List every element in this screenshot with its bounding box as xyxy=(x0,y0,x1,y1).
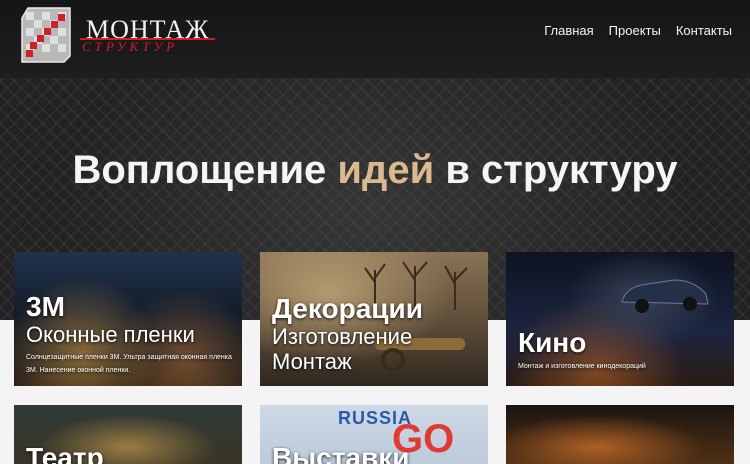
hero-title-accent: идей xyxy=(337,148,435,192)
card-theatre[interactable]: Театр xyxy=(14,405,242,464)
card-exhibitions[interactable]: RUSSIA GO Выставки xyxy=(260,405,488,464)
card-3m-description: Солнцезащитные пленки 3M. Ультра защитна… xyxy=(26,354,232,374)
card-3m-title: 3M xyxy=(26,291,65,322)
card-decorations-title: Декорации xyxy=(272,293,423,324)
card-decorations[interactable]: Декорации Изготовление Монтаж xyxy=(260,252,488,386)
site-header: МОНТАЖ СТРУКТУР Главная Проекты Контакты xyxy=(0,0,750,78)
checkered-square-logo-icon[interactable] xyxy=(14,4,76,66)
card-3m-text: 3M Оконные пленки Солнцезащитные пленки … xyxy=(26,292,236,377)
card-cinema-text: Кино Монтаж и изготовление кинодекораций xyxy=(518,328,646,373)
card-decorations-subtitle2: Монтаж xyxy=(272,349,352,374)
nav-link-contacts[interactable]: Контакты xyxy=(676,23,732,39)
card-decorations-text: Декорации Изготовление Монтаж xyxy=(272,293,423,375)
card-cinema-description: Монтаж и изготовление кинодекораций xyxy=(518,363,646,370)
card-sixth[interactable] xyxy=(506,405,734,464)
card-theatre-title: Театр xyxy=(26,442,104,464)
card-exhibitions-text: Выставки xyxy=(272,443,409,464)
card-3m[interactable]: 3M Оконные пленки Солнцезащитные пленки … xyxy=(14,252,242,386)
hero-title: Воплощение идей в структуру xyxy=(0,146,750,194)
hero-title-part1: Воплощение xyxy=(72,148,338,192)
nav-link-projects[interactable]: Проекты xyxy=(609,23,661,39)
card-cinema[interactable]: Кино Монтаж и изготовление кинодекораций xyxy=(506,252,734,386)
page: МОНТАЖ СТРУКТУР Главная Проекты Контакты… xyxy=(0,0,750,464)
nav-link-home[interactable]: Главная xyxy=(544,23,593,39)
card-theatre-text: Театр xyxy=(26,443,104,464)
hero-title-part2: в структуру xyxy=(434,148,678,192)
flying-car-image-icon xyxy=(621,279,709,313)
card-decorations-subtitle: Изготовление xyxy=(272,324,413,349)
card-exhibitions-title: Выставки xyxy=(272,442,410,464)
card-3m-subtitle: Оконные пленки xyxy=(26,322,195,347)
card-cinema-title: Кино xyxy=(518,327,587,358)
main-nav: Главная Проекты Контакты xyxy=(544,23,732,39)
brand-tagline[interactable]: СТРУКТУР xyxy=(82,40,178,54)
